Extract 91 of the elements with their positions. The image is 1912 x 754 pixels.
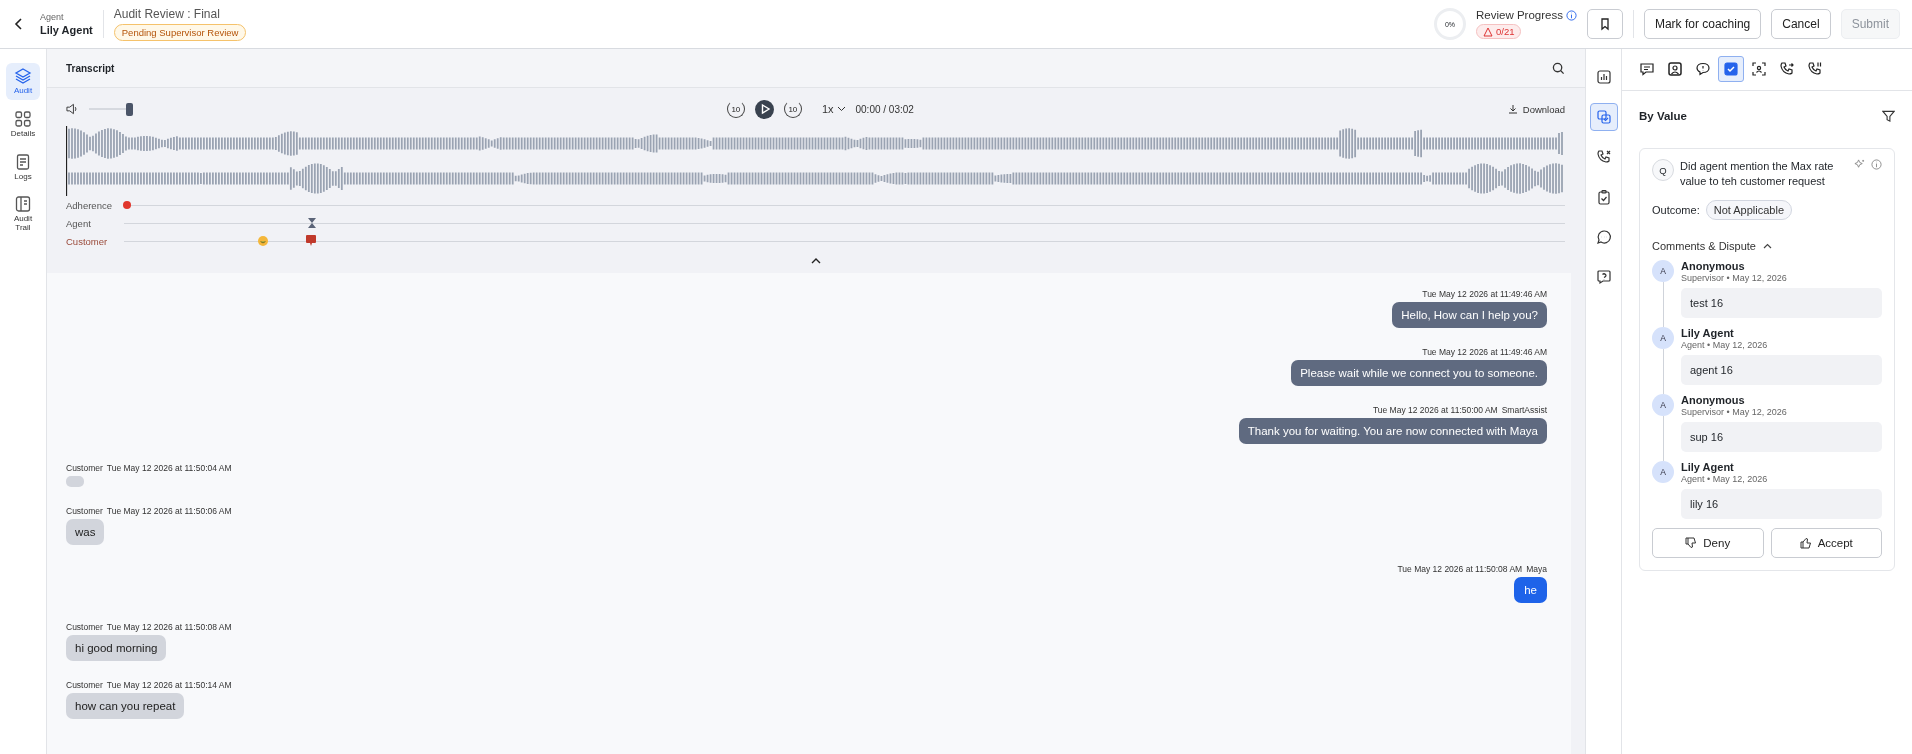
status-badge: Pending Supervisor Review — [113, 24, 247, 41]
speaker-name: Customer — [66, 463, 103, 473]
avatar: A — [1652, 259, 1674, 282]
message-text: Thank you for waiting. You are now connected with Maya — [1238, 418, 1547, 444]
message-text: Hello, How can I help you? — [1392, 302, 1547, 328]
message-time: Tue May 12 2026 at 11:50:00 AM — [1372, 405, 1498, 415]
speaker-name: Customer — [66, 622, 103, 632]
page-title: Audit Review : Final — [113, 7, 220, 21]
question-badge: Q — [1652, 159, 1674, 181]
message-time: Tue May 12 2026 at 11:50:06 AM — [106, 506, 232, 516]
message-text: was — [66, 519, 105, 545]
progress-count-badge: 0/21 — [1476, 24, 1522, 39]
copycheck-icon[interactable] — [1589, 103, 1618, 131]
review-progress-label: Review Progress — [1476, 9, 1563, 21]
comment-body: sup 16 — [1681, 421, 1882, 452]
message-text: how can you repeat — [66, 693, 185, 719]
speaker-name: Maya — [1526, 564, 1547, 574]
speaker-name: SmartAssist — [1501, 405, 1547, 415]
outcome-label: Outcome: — [1652, 203, 1700, 216]
header-button[interactable]: Cancel — [1771, 9, 1831, 39]
avatar: A — [1652, 460, 1674, 483]
outcome-pill: Not Applicable — [1705, 199, 1792, 220]
nav-item[interactable]: Audit — [6, 63, 40, 100]
speaker-name: Customer — [66, 680, 103, 690]
comment-meta: Supervisor • May 12, 2026 — [1681, 272, 1788, 283]
message-text: hi good morning — [66, 635, 167, 661]
comment-body: test 16 — [1681, 287, 1882, 318]
panel-title: By Value — [1639, 110, 1687, 122]
thumbs-up-icon — [1799, 536, 1812, 549]
comment-author: Lily Agent — [1681, 460, 1735, 473]
track-label: Adherence — [66, 199, 113, 211]
thumbs-down-icon — [1685, 536, 1698, 549]
warning-icon — [1483, 26, 1493, 37]
download-icon — [1507, 104, 1518, 114]
message-text: Please wait while we connect you to someone. — [1291, 360, 1547, 386]
playback-time: 00:00 / 03:02 — [855, 103, 914, 115]
message-time: Tue May 12 2026 at 11:49:46 AM — [1422, 289, 1547, 299]
header-button[interactable]: Mark for coaching — [1643, 9, 1762, 39]
speed-dropdown[interactable]: 1x — [821, 103, 846, 115]
track-label: Customer — [66, 235, 109, 247]
download-button[interactable]: Download — [1507, 103, 1565, 115]
caret-icon — [836, 106, 846, 112]
empty-message-bubble — [66, 476, 84, 487]
deny-button[interactable]: Deny — [1652, 527, 1764, 558]
volume-icon[interactable] — [66, 103, 79, 115]
play-button[interactable] — [754, 99, 774, 119]
avatar: A — [1652, 393, 1674, 416]
bookmark-button[interactable] — [1586, 9, 1623, 39]
layers-icon — [14, 67, 32, 85]
agent-name: Lily Agent — [40, 24, 93, 36]
smiley-icon[interactable] — [258, 235, 268, 246]
sparkle-icon[interactable] — [1854, 159, 1865, 170]
book-icon — [14, 195, 32, 214]
agent-label: Agent — [40, 12, 65, 22]
search-icon[interactable] — [1552, 61, 1565, 75]
chevron-up-icon — [1762, 242, 1772, 249]
message-text: he — [1514, 577, 1547, 603]
nav-item[interactable]: Details — [6, 105, 40, 143]
speaker-name: Customer — [66, 506, 103, 516]
comment-author: Lily Agent — [1681, 326, 1735, 339]
play-icon — [759, 103, 772, 115]
message-time: Tue May 12 2026 at 11:49:46 AM — [1422, 347, 1547, 357]
comment-author: Anonymous — [1681, 393, 1746, 406]
track-label: Agent — [66, 217, 92, 229]
transcript-title: Transcript — [66, 62, 115, 74]
comment-author: Anonymous — [1681, 259, 1746, 272]
comment-meta: Supervisor • May 12, 2026 — [1681, 406, 1788, 417]
grid-icon — [14, 109, 32, 128]
nav-item[interactable]: Logs — [6, 148, 40, 186]
comment-meta: Agent • May 12, 2026 — [1681, 473, 1769, 484]
comment-body: agent 16 — [1681, 354, 1882, 385]
doc-icon — [14, 152, 32, 171]
question-marker-icon[interactable] — [305, 234, 316, 246]
collapse-icon[interactable] — [810, 258, 821, 264]
comment-body: lily 16 — [1681, 488, 1882, 519]
adherence-marker[interactable] — [123, 200, 131, 209]
comment-meta: Agent • May 12, 2026 — [1681, 339, 1769, 350]
question-text: Did agent mention the Max rate value to teh customer request — [1680, 159, 1835, 190]
accept-button[interactable]: Accept — [1770, 527, 1882, 558]
message-time: Tue May 12 2026 at 11:50:14 AM — [106, 680, 232, 690]
comments-toggle[interactable]: Comments & Dispute — [1652, 239, 1772, 252]
nav-item[interactable]: Audit Trail — [6, 191, 40, 237]
hourglass-icon[interactable] — [308, 217, 317, 228]
info-icon — [1565, 9, 1577, 21]
message-time: Tue May 12 2026 at 11:50:04 AM — [106, 463, 232, 473]
filter-icon[interactable] — [1882, 109, 1895, 123]
avatar: A — [1652, 326, 1674, 349]
info-icon[interactable] — [1871, 159, 1882, 170]
check-icon[interactable] — [1718, 56, 1744, 82]
message-time: Tue May 12 2026 at 11:50:08 AM — [1397, 564, 1523, 574]
message-time: Tue May 12 2026 at 11:50:08 AM — [106, 622, 232, 632]
